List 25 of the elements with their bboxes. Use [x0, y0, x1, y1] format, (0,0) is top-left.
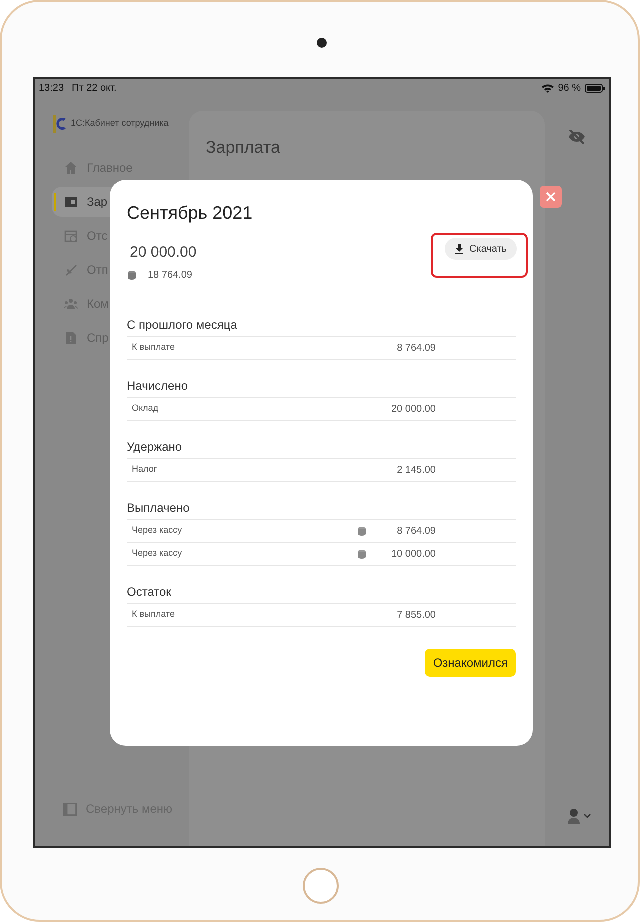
section-title: Начислено: [127, 377, 516, 398]
page-title: Зарплата: [206, 138, 280, 157]
status-date: Пт 22 окт.: [72, 82, 117, 96]
row-label: Через кассу: [132, 547, 184, 560]
section-title: Остаток: [127, 583, 516, 604]
app-title: 1С:Кабинет сотрудника: [71, 117, 169, 130]
row-label: К выплате: [132, 608, 176, 622]
row-value: 8 764.09: [396, 524, 436, 538]
paid-amount: 18 764.09: [148, 269, 192, 283]
row-value: 10 000.00: [390, 548, 436, 562]
modal-title: Сентябрь 2021: [127, 202, 254, 224]
row-label: Оклад: [132, 402, 160, 416]
row-value: 2 145.00: [396, 464, 436, 478]
row-label: Налог: [132, 463, 158, 476]
section-title: Выплачено: [127, 499, 516, 520]
row-value: 8 764.09: [396, 342, 436, 356]
section-title: С прошлого месяца: [127, 316, 516, 337]
row-value: 20 000.00: [390, 402, 436, 416]
salary-amount: 20 000.00: [130, 244, 197, 262]
battery-percent: 96 %: [558, 82, 581, 96]
row-label: К выплате: [132, 341, 176, 354]
row-value: 7 855.00: [396, 608, 436, 622]
status-time: 13:23: [39, 82, 64, 96]
row-label: Через кассу: [132, 524, 184, 538]
section-title: Удержано: [127, 438, 516, 459]
